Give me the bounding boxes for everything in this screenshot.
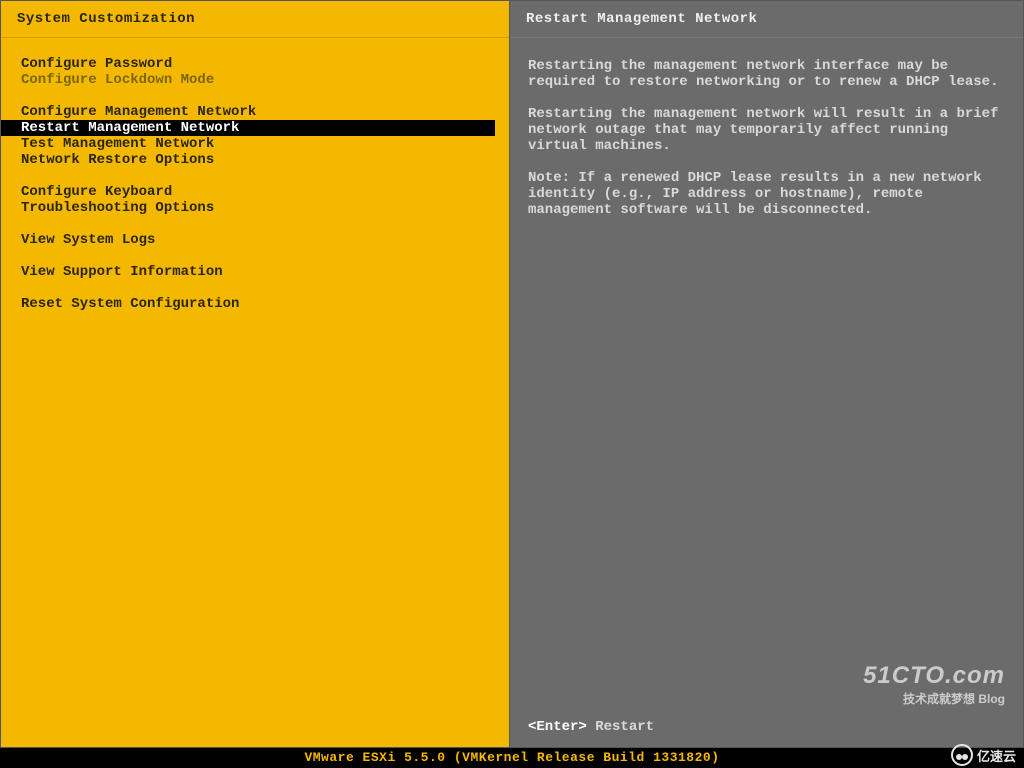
hint-bar: <Enter> Restart <box>528 719 654 735</box>
menu-item-configure-management-network[interactable]: Configure Management Network <box>1 104 509 120</box>
menu-group: Configure Management NetworkRestart Mana… <box>1 104 509 168</box>
menu-group: View System Logs <box>1 232 509 248</box>
dcui-console: System Customization Configure PasswordC… <box>0 0 1024 768</box>
watermark-51cto: 51CTO.com 技术成就梦想 Blog <box>863 662 1005 707</box>
menu-item-view-system-logs[interactable]: View System Logs <box>1 232 509 248</box>
hint-key: <Enter> <box>528 719 595 735</box>
menu-item-configure-password[interactable]: Configure Password <box>1 56 509 72</box>
hint-action: Restart <box>595 719 654 735</box>
detail-paragraph: Restarting the management network interf… <box>528 58 1005 90</box>
detail-paragraph: Note: If a renewed DHCP lease results in… <box>528 170 1005 218</box>
detail-paragraph: Restarting the management network will r… <box>528 106 1005 154</box>
menu-item-network-restore-options[interactable]: Network Restore Options <box>1 152 509 168</box>
menu-item-restart-management-network[interactable]: Restart Management Network <box>1 120 495 136</box>
menu-group: Configure PasswordConfigure Lockdown Mod… <box>1 56 509 88</box>
menu-item-view-support-information[interactable]: View Support Information <box>1 264 509 280</box>
menu-item-configure-lockdown-mode[interactable]: Configure Lockdown Mode <box>1 72 509 88</box>
menu-item-test-management-network[interactable]: Test Management Network <box>1 136 509 152</box>
menu-item-troubleshooting-options[interactable]: Troubleshooting Options <box>1 200 509 216</box>
menu-list[interactable]: Configure PasswordConfigure Lockdown Mod… <box>1 38 509 346</box>
right-panel-title: Restart Management Network <box>510 1 1023 38</box>
left-panel: System Customization Configure PasswordC… <box>0 0 510 748</box>
detail-body: Restarting the management network interf… <box>510 38 1023 254</box>
right-panel: Restart Management Network Restarting th… <box>510 0 1024 748</box>
main-area: System Customization Configure PasswordC… <box>0 0 1024 748</box>
menu-item-reset-system-configuration[interactable]: Reset System Configuration <box>1 296 509 312</box>
left-panel-title: System Customization <box>1 1 509 38</box>
footer-version: VMware ESXi 5.5.0 (VMKernel Release Buil… <box>0 748 1024 768</box>
menu-group: Configure KeyboardTroubleshooting Option… <box>1 184 509 216</box>
menu-group: Reset System Configuration <box>1 296 509 312</box>
menu-group: View Support Information <box>1 264 509 280</box>
menu-item-configure-keyboard[interactable]: Configure Keyboard <box>1 184 509 200</box>
